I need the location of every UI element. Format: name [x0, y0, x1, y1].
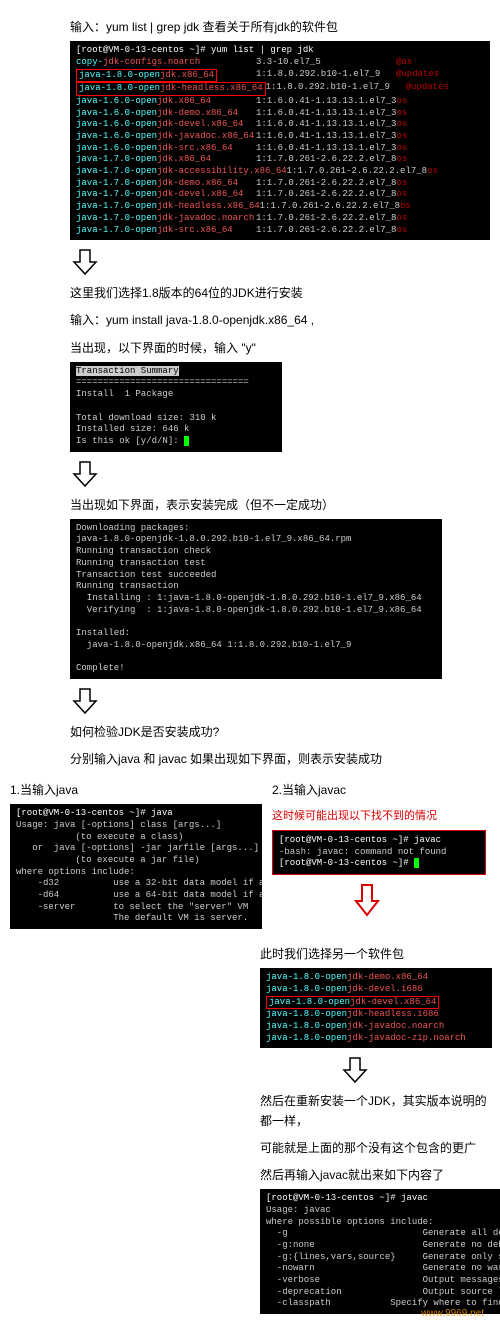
terminal-pkg-list: java-1.8.0-openjdk-demo.x86_64 java-1.8.…	[260, 968, 492, 1048]
step2b: 输入：yum install java-1.8.0-openjdk.x86_64…	[70, 311, 490, 330]
terminal-javac-notfound: [root@VM-0-13-centos ~]# javac -bash: ja…	[272, 830, 486, 875]
terminal-install: Downloading packages: java-1.8.0-openjdk…	[70, 519, 442, 679]
arrow-down-red-icon	[352, 883, 382, 917]
step6c: 然后再输入javac就出来如下内容了	[260, 1166, 490, 1185]
terminal-javac-ok: [root@VM-0-13-centos ~]# javac Usage: ja…	[260, 1189, 500, 1314]
col-right-title: 2.当输入javac	[272, 781, 490, 800]
step6b: 可能就是上面的那个没有这个包含的更广	[260, 1139, 490, 1158]
col-left-title: 1.当输入java	[10, 781, 262, 800]
arrow-down-icon	[340, 1056, 370, 1084]
terminal-yum-list: [root@VM-0-13-centos ~]# yum list | grep…	[70, 41, 490, 240]
step4b: 分别输入java 和 javac 如果出现如下界面，则表示安装成功	[70, 750, 490, 769]
arrow-down-icon	[70, 460, 100, 488]
step2c: 当出现，以下界面的时候，输入 "y"	[70, 339, 490, 358]
step3: 当出现如下界面，表示安装完成（但不一定成功）	[70, 496, 490, 515]
terminal-transaction: Transaction Summary ====================…	[70, 362, 282, 452]
col-right-warn: 这时候可能出现以下找不到的情况	[272, 808, 490, 826]
terminal-java: [root@VM-0-13-centos ~]# java Usage: jav…	[10, 804, 262, 929]
step4a: 如何检验JDK是否安装成功?	[70, 723, 490, 742]
intro-text: 输入：yum list | grep jdk 查看关于所有jdk的软件包	[70, 18, 490, 37]
watermark: www.9969.net	[260, 1308, 484, 1319]
step6a: 然后在重新安装一个JDK，其实版本说明的都一样，	[260, 1092, 490, 1130]
step2a: 这里我们选择1.8版本的64位的JDK进行安装	[70, 284, 490, 303]
arrow-down-icon	[70, 687, 100, 715]
arrow-down-icon	[70, 248, 100, 276]
step5: 此时我们选择另一个软件包	[260, 945, 490, 964]
